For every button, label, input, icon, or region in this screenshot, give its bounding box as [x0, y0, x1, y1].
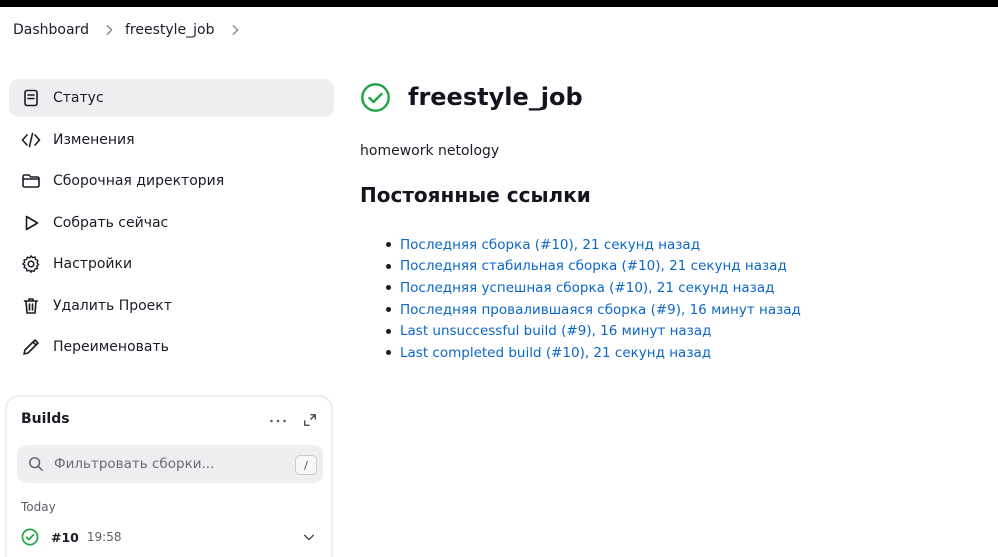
bullet	[386, 263, 391, 269]
sidebar-item-label: Собрать сейчас	[53, 214, 169, 231]
success-icon	[21, 528, 39, 546]
build-row[interactable]: #10 19:58	[17, 524, 323, 550]
gear-icon	[21, 254, 41, 274]
breadcrumb-dashboard[interactable]: Dashboard	[13, 22, 89, 38]
sidebar-item-build-now[interactable]: Собрать сейчас	[9, 204, 334, 242]
sidebar-item-label: Настройки	[53, 256, 133, 272]
permalink-link[interactable]: Last completed build (#10), 21 секунд на…	[400, 345, 711, 361]
build-number[interactable]: #10	[51, 530, 79, 545]
more-icon[interactable]	[267, 413, 289, 429]
breadcrumb-job[interactable]: freestyle_job	[125, 22, 215, 38]
pencil-icon	[21, 337, 41, 357]
list-item: Last completed build (#10), 21 секунд на…	[386, 342, 801, 364]
permalink-link[interactable]: Последняя сборка (#10), 21 секунд назад	[400, 237, 700, 253]
trash-icon	[21, 296, 41, 316]
bullet	[386, 350, 391, 356]
sidebar-item-workspace[interactable]: Сборочная директория	[9, 162, 334, 200]
builds-date-group: Today	[21, 500, 56, 514]
sidebar-item-changes[interactable]: Изменения	[9, 121, 334, 159]
sidebar-item-configure[interactable]: Настройки	[9, 245, 334, 283]
permalink-link[interactable]: Last unsuccessful build (#9), 16 минут н…	[400, 323, 711, 339]
search-icon	[27, 455, 45, 473]
sidebar: Статус Изменения Сборочная директория Со…	[9, 79, 334, 370]
success-icon	[360, 82, 391, 113]
chevron-down-icon[interactable]	[301, 529, 317, 545]
sidebar-item-label: Переименовать	[53, 339, 169, 355]
sidebar-item-label: Статус	[53, 90, 104, 106]
code-icon	[21, 130, 41, 150]
build-time: 19:58	[86, 530, 122, 544]
sidebar-item-label: Удалить Проект	[53, 297, 172, 314]
play-icon	[21, 213, 41, 233]
top-bar	[0, 0, 998, 7]
builds-title: Builds	[21, 411, 70, 427]
permalink-link[interactable]: Последняя провалившаяся сборка (#9), 16 …	[400, 302, 801, 318]
chevron-right-icon[interactable]	[223, 18, 247, 42]
chevron-right-icon[interactable]	[97, 18, 121, 42]
job-description: homework netology	[360, 143, 500, 159]
list-item: Последняя стабильная сборка (#10), 21 се…	[386, 256, 801, 278]
filter-builds-input[interactable]	[54, 456, 284, 472]
sidebar-item-delete[interactable]: Удалить Проект	[9, 287, 334, 325]
list-item: Последняя сборка (#10), 21 секунд назад	[386, 234, 801, 256]
sidebar-item-status[interactable]: Статус	[9, 79, 334, 117]
bullet	[386, 242, 391, 248]
permalinks-heading: Постоянные ссылки	[360, 183, 591, 207]
sidebar-item-label: Сборочная директория	[53, 173, 225, 189]
folder-icon	[21, 171, 41, 191]
expand-icon[interactable]	[301, 411, 319, 429]
page-title: freestyle_job	[408, 83, 583, 111]
shortcut-hint: /	[295, 455, 317, 475]
list-item: Последняя успешная сборка (#10), 21 секу…	[386, 277, 801, 299]
permalinks-list: Последняя сборка (#10), 21 секунд назад …	[386, 234, 801, 364]
list-item: Последняя провалившаяся сборка (#9), 16 …	[386, 299, 801, 321]
bullet	[386, 328, 391, 334]
permalink-link[interactable]: Последняя успешная сборка (#10), 21 секу…	[400, 280, 774, 296]
builds-filter: /	[17, 445, 323, 483]
sidebar-item-label: Изменения	[53, 131, 135, 148]
list-item: Last unsuccessful build (#9), 16 минут н…	[386, 320, 801, 342]
sidebar-item-rename[interactable]: Переименовать	[9, 328, 334, 366]
permalink-link[interactable]: Последняя стабильная сборка (#10), 21 се…	[400, 258, 787, 274]
bullet	[386, 307, 391, 313]
document-icon	[21, 88, 41, 108]
breadcrumb: Dashboard freestyle_job	[0, 7, 998, 53]
bullet	[386, 285, 391, 291]
builds-card: Builds / Today #10 19:58	[5, 395, 333, 557]
